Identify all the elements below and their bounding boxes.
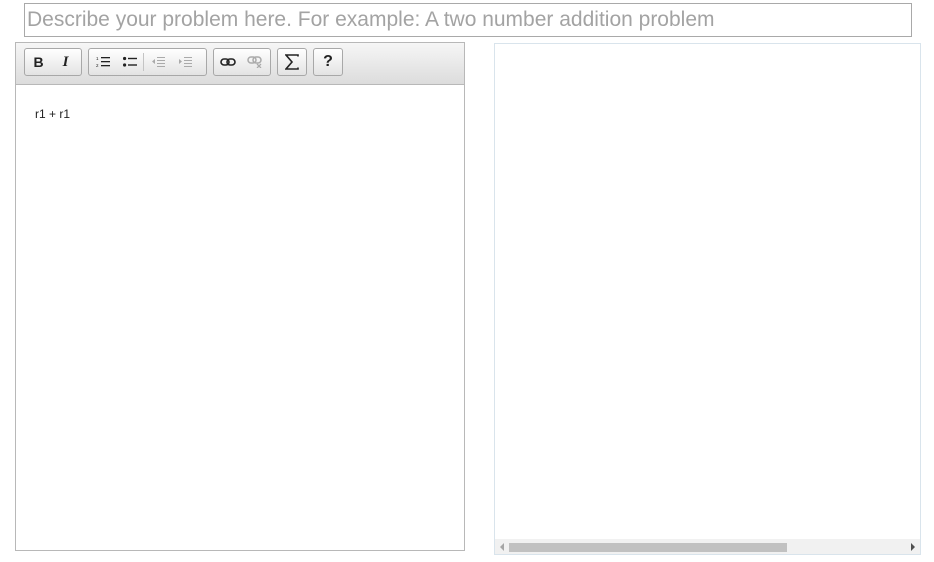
sigma-icon	[285, 54, 299, 70]
help-button[interactable]: ?	[314, 49, 342, 75]
increase-indent-button[interactable]	[171, 49, 198, 75]
scroll-left-arrow[interactable]	[495, 539, 509, 554]
editor-toolbar: B I 1 2 ?	[16, 43, 464, 85]
svg-text:1: 1	[96, 56, 99, 61]
preview-panel	[494, 43, 921, 555]
help-group: ?	[313, 48, 343, 76]
insert-math-button[interactable]	[278, 49, 306, 75]
scroll-right-arrow[interactable]	[906, 539, 920, 554]
page: B I 1 2	[0, 0, 934, 562]
scroll-thumb[interactable]	[509, 543, 787, 552]
editor-content[interactable]: r1 + r1	[35, 107, 70, 121]
math-group	[277, 48, 307, 76]
numbered-list-icon: 1 2	[96, 56, 110, 68]
list-indent-group: 1 2	[88, 48, 207, 76]
chevron-left-icon	[500, 542, 504, 551]
help-icon: ?	[323, 53, 333, 70]
numbered-list-button[interactable]: 1 2	[89, 49, 116, 75]
outdent-icon	[151, 57, 165, 67]
problem-description-input[interactable]	[24, 3, 912, 37]
bold-button[interactable]: B	[25, 49, 52, 75]
decrease-indent-button[interactable]	[144, 49, 171, 75]
svg-text:2: 2	[96, 63, 99, 68]
indent-icon	[178, 57, 192, 67]
unlink-icon	[246, 56, 262, 68]
insert-link-button[interactable]	[214, 49, 241, 75]
bulleted-list-button[interactable]	[116, 49, 143, 75]
chevron-right-icon	[911, 542, 915, 551]
rich-text-editor: B I 1 2 ? r1 + r1	[15, 42, 465, 551]
format-group: B I	[24, 48, 82, 76]
remove-link-button[interactable]	[241, 49, 268, 75]
italic-icon: I	[62, 53, 69, 70]
link-icon	[219, 58, 236, 66]
bold-icon: B	[33, 54, 44, 70]
bulleted-list-icon	[122, 56, 137, 67]
italic-button[interactable]: I	[52, 49, 79, 75]
link-group	[213, 48, 271, 76]
horizontal-scrollbar[interactable]	[495, 539, 920, 554]
